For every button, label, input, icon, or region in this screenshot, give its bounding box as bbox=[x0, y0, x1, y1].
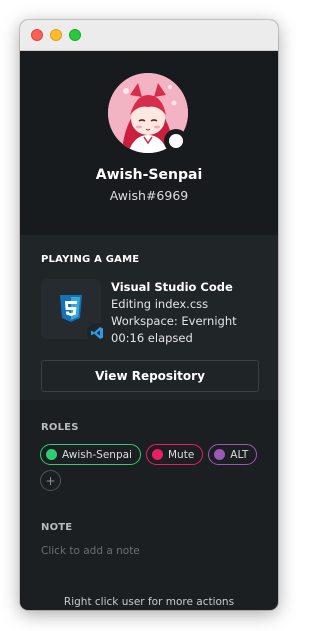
zoom-window-button[interactable] bbox=[69, 29, 81, 41]
user-tag[interactable]: Awish#6969 bbox=[20, 188, 278, 203]
note-heading: NOTE bbox=[41, 522, 73, 533]
username: Awish-Senpai bbox=[95, 167, 203, 183]
profile-header: Awish-Senpai Awish#6969 bbox=[20, 51, 278, 235]
role-pill[interactable]: ALT bbox=[208, 444, 258, 465]
online-status-dot bbox=[169, 134, 183, 148]
css3-icon bbox=[41, 279, 107, 343]
role-pill[interactable]: Mute bbox=[145, 444, 204, 465]
role-name: Mute bbox=[167, 448, 195, 461]
role-name: Awish-Senpai bbox=[62, 448, 132, 461]
css3-logo bbox=[60, 295, 82, 322]
avatar-wrapper[interactable] bbox=[108, 73, 188, 153]
role-color-dot[interactable] bbox=[214, 449, 226, 460]
minimize-window-button[interactable] bbox=[50, 29, 62, 41]
profile-body: ROLES Awish-Senpai Mute ALT + NOTE Right… bbox=[20, 400, 278, 610]
game-state-line: Workspace: Evernight bbox=[111, 314, 237, 328]
game-details: Visual Studio Code Editing index.css Wor… bbox=[111, 279, 237, 347]
plus-icon: + bbox=[45, 473, 56, 488]
note-input[interactable] bbox=[41, 541, 259, 561]
game-name: Visual Studio Code bbox=[111, 280, 233, 294]
roles-heading: ROLES bbox=[41, 422, 79, 433]
profile-popout-window: Awish-Senpai Awish#6969 PLAYING A GAME V… bbox=[20, 20, 278, 610]
elapsed-time: 00:16 elapsed bbox=[111, 331, 193, 345]
game-details-line: Editing index.css bbox=[111, 297, 209, 311]
role-name: ALT bbox=[230, 448, 249, 461]
status-indicator bbox=[164, 129, 188, 153]
close-window-button[interactable] bbox=[31, 29, 43, 41]
vscode-icon bbox=[87, 323, 107, 343]
role-color-dot[interactable] bbox=[151, 449, 163, 460]
footer-hint: Right click user for more actions bbox=[63, 596, 235, 608]
roles-list: Awish-Senpai Mute ALT + bbox=[40, 444, 260, 491]
game-activity: Visual Studio Code Editing index.css Wor… bbox=[41, 279, 237, 347]
role-color-dot[interactable] bbox=[46, 449, 57, 460]
view-repository-button[interactable]: View Repository bbox=[41, 360, 259, 392]
title-bar bbox=[20, 20, 278, 51]
vscode-logo bbox=[91, 327, 103, 339]
add-role-button[interactable]: + bbox=[40, 470, 61, 491]
activity-section: PLAYING A GAME Visual Studio Code Editin… bbox=[20, 235, 278, 400]
activity-heading: PLAYING A GAME bbox=[41, 254, 140, 265]
role-pill[interactable]: Awish-Senpai bbox=[40, 444, 141, 465]
